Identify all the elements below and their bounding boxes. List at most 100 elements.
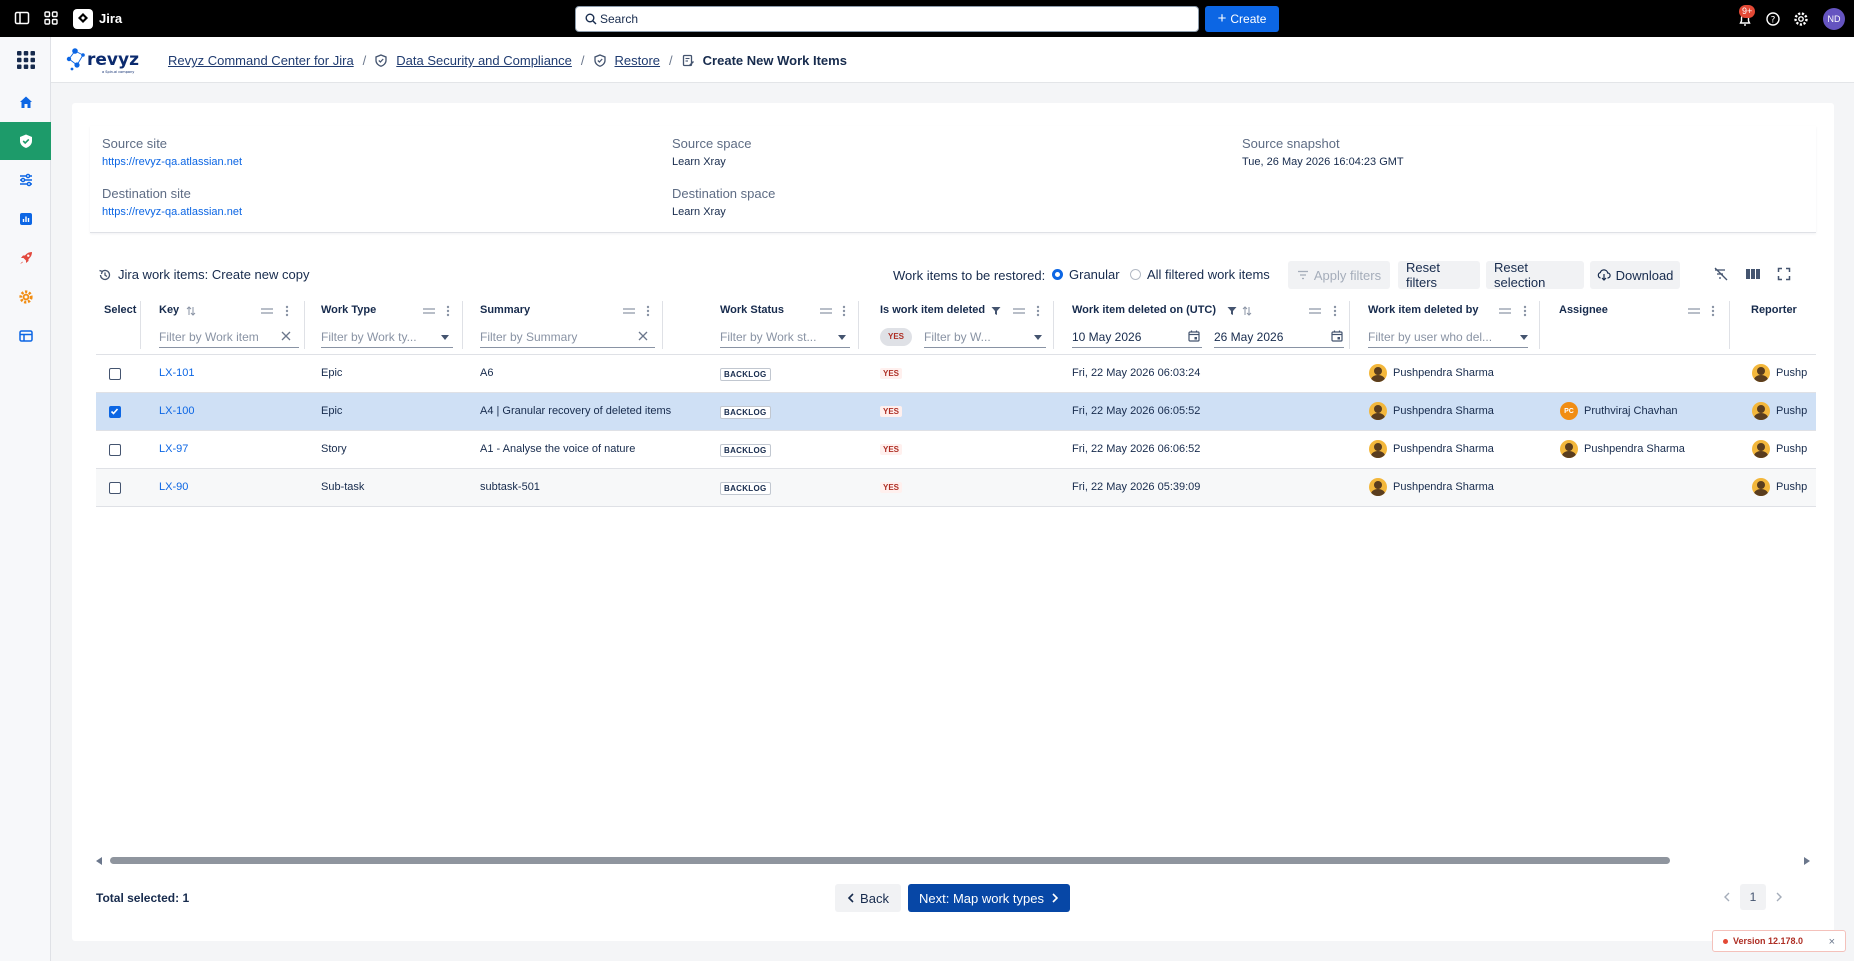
scrollbar-thumb[interactable] — [110, 857, 1670, 864]
next-map-work-types-button[interactable]: Next: Map work types — [908, 884, 1070, 912]
granular-radio[interactable]: Granular — [1052, 267, 1120, 282]
col-key[interactable]: Key — [159, 304, 179, 316]
clear-icon[interactable] — [638, 331, 648, 341]
filter-active-icon[interactable] — [1227, 306, 1237, 316]
deleted-by-filter[interactable] — [1368, 326, 1528, 348]
breadcrumb-data-security[interactable]: Data Security and Compliance — [396, 53, 572, 68]
breadcrumb-restore[interactable]: Restore — [615, 53, 661, 68]
calendar-icon[interactable] — [1188, 330, 1200, 342]
row-checkbox[interactable] — [109, 368, 121, 380]
jira-logo-icon[interactable] — [73, 9, 93, 29]
table-row[interactable]: LX-100 Epic A4 | Granular recovery of de… — [96, 393, 1816, 431]
clear-filters-icon[interactable] — [1713, 267, 1729, 281]
download-button[interactable]: Download — [1590, 261, 1680, 289]
user-avatar[interactable]: ND — [1823, 8, 1845, 30]
source-site-link[interactable]: https://revyz-qa.atlassian.net — [102, 156, 242, 168]
revyz-logo[interactable]: revyz a Spin.ai company — [65, 43, 161, 77]
drag-handle-icon[interactable] — [423, 307, 435, 315]
is-deleted-filter[interactable] — [924, 326, 1046, 348]
nav-settings-icon[interactable] — [0, 278, 51, 316]
column-menu-icon[interactable] — [1036, 305, 1040, 317]
work-item-key-link[interactable]: LX-97 — [159, 443, 188, 455]
work-type-filter-input[interactable] — [321, 329, 453, 344]
summary-filter-input[interactable] — [480, 329, 655, 344]
dropdown-arrow-icon[interactable] — [1034, 335, 1042, 340]
sort-icon[interactable] — [1242, 306, 1252, 316]
drag-handle-icon[interactable] — [820, 307, 832, 315]
table-row[interactable]: LX-97 Story A1 - Analyse the voice of na… — [96, 431, 1816, 469]
column-menu-icon[interactable] — [842, 305, 846, 317]
work-item-key-link[interactable]: LX-101 — [159, 367, 194, 379]
fullscreen-icon[interactable] — [1777, 267, 1791, 281]
drag-handle-icon[interactable] — [1499, 307, 1511, 315]
dropdown-arrow-icon[interactable] — [1520, 335, 1528, 340]
column-menu-icon[interactable] — [646, 305, 650, 317]
summary-filter[interactable] — [480, 326, 655, 348]
work-item-key-link[interactable]: LX-100 — [159, 405, 194, 417]
apps-grid-icon[interactable] — [0, 41, 51, 79]
nav-home-icon[interactable] — [0, 83, 51, 121]
reset-filters-button[interactable]: Reset filters — [1398, 260, 1480, 290]
col-assignee[interactable]: Assignee — [1559, 304, 1608, 316]
horizontal-scrollbar[interactable] — [96, 855, 1810, 867]
nav-sliders-icon[interactable] — [0, 161, 51, 199]
destination-site-link[interactable]: https://revyz-qa.atlassian.net — [102, 206, 242, 218]
breadcrumb-command-center[interactable]: Revyz Command Center for Jira — [168, 53, 354, 68]
col-work-status[interactable]: Work Status — [720, 304, 784, 316]
row-checkbox[interactable] — [109, 406, 121, 418]
col-deleted-by[interactable]: Work item deleted by — [1368, 304, 1478, 316]
page-number-button[interactable]: 1 — [1740, 884, 1766, 910]
drag-handle-icon[interactable] — [623, 307, 635, 315]
calendar-icon[interactable] — [1331, 330, 1343, 342]
dropdown-arrow-icon[interactable] — [441, 335, 449, 340]
close-icon[interactable]: × — [1829, 936, 1835, 948]
date-from-field[interactable]: 10 May 2026 — [1072, 326, 1202, 348]
work-item-key-link[interactable]: LX-90 — [159, 481, 188, 493]
work-status-filter[interactable] — [720, 326, 850, 348]
app-name[interactable]: Jira — [99, 11, 122, 26]
clear-icon[interactable] — [281, 331, 291, 341]
row-checkbox[interactable] — [109, 482, 121, 494]
back-button[interactable]: Back — [835, 884, 901, 912]
column-menu-icon[interactable] — [1333, 305, 1337, 317]
drag-handle-icon[interactable] — [261, 307, 273, 315]
drag-handle-icon[interactable] — [1309, 307, 1321, 315]
col-work-type[interactable]: Work Type — [321, 304, 376, 316]
all-filtered-radio[interactable]: All filtered work items — [1130, 267, 1270, 282]
column-menu-icon[interactable] — [285, 305, 289, 317]
work-type-filter[interactable] — [321, 326, 453, 348]
sidebar-toggle-icon[interactable] — [14, 10, 32, 28]
columns-icon[interactable] — [1745, 267, 1761, 281]
table-row[interactable]: LX-101 Epic A6 BACKLOG YES Fri, 22 May 2… — [96, 355, 1816, 393]
sort-icon[interactable] — [186, 306, 196, 316]
reset-selection-button[interactable]: Reset selection — [1486, 260, 1584, 290]
next-page-icon[interactable] — [1776, 892, 1783, 902]
work-status-filter-input[interactable] — [720, 329, 850, 344]
scroll-left-icon[interactable] — [96, 857, 102, 865]
column-menu-icon[interactable] — [1711, 305, 1715, 317]
col-is-deleted[interactable]: Is work item deleted — [880, 304, 985, 316]
col-summary[interactable]: Summary — [480, 304, 530, 316]
key-filter-input[interactable] — [159, 329, 299, 344]
filter-active-icon[interactable] — [991, 306, 1001, 316]
create-button[interactable]: + Create — [1205, 6, 1279, 32]
col-deleted-on[interactable]: Work item deleted on (UTC) — [1072, 304, 1216, 316]
drag-handle-icon[interactable] — [1013, 307, 1025, 315]
col-reporter[interactable]: Reporter — [1751, 304, 1797, 316]
is-deleted-filter-input[interactable] — [924, 329, 1046, 344]
search-box[interactable] — [575, 6, 1199, 32]
settings-icon[interactable] — [1793, 11, 1811, 29]
nav-security-icon[interactable] — [0, 122, 51, 160]
column-menu-icon[interactable] — [446, 305, 450, 317]
help-icon[interactable]: ? — [1765, 11, 1783, 29]
nav-reports-icon[interactable] — [0, 200, 51, 238]
dropdown-arrow-icon[interactable] — [838, 335, 846, 340]
deleted-by-filter-input[interactable] — [1368, 329, 1528, 344]
key-filter[interactable] — [159, 326, 299, 348]
column-menu-icon[interactable] — [1523, 305, 1527, 317]
app-switcher-icon[interactable] — [43, 10, 61, 28]
prev-page-icon[interactable] — [1723, 892, 1730, 902]
nav-rocket-icon[interactable] — [0, 239, 51, 277]
drag-handle-icon[interactable] — [1688, 307, 1700, 315]
scroll-right-icon[interactable] — [1804, 857, 1810, 865]
